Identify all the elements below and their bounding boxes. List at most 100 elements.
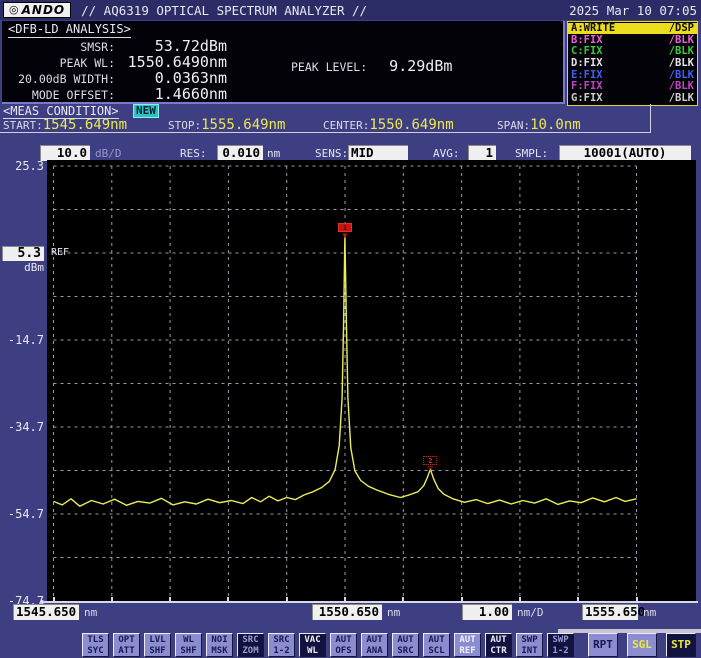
meas-divider xyxy=(0,132,651,133)
new-badge: NEW xyxy=(133,104,159,118)
analysis-row-label: 20.00dB WIDTH: xyxy=(4,72,115,86)
softkey-line2: CTR xyxy=(486,646,511,657)
ando-logo-mark-icon: ◎ xyxy=(9,2,20,18)
ref-marker-label: REF xyxy=(51,247,69,258)
softkey-line1: WL xyxy=(176,635,201,646)
x-axis-tick xyxy=(461,597,463,601)
analysis-row-label: MODE OFFSET: xyxy=(4,88,115,102)
trace-name: G:FIX xyxy=(571,93,603,104)
meas-field-label: STOP: xyxy=(168,119,201,132)
trace-a-line xyxy=(47,160,696,601)
x-axis-value-field[interactable]: 1.00 xyxy=(462,604,512,620)
spectrum-chart: 25.3-14.7-34.7-54.7-74.7 5.3 dBm REF 1▼2… xyxy=(0,160,701,602)
trace-name: F:FIX xyxy=(571,81,603,92)
trace-display-mode: /BLK xyxy=(669,35,694,46)
x-axis-tick xyxy=(227,597,229,601)
y-tick-label: -34.7 xyxy=(0,420,44,434)
datetime: 2025 Mar 10 07:05 xyxy=(569,3,697,18)
trace-row-c[interactable]: C:FIX/BLK xyxy=(568,46,697,57)
x-axis: 1545.650nm1550.650nm1.00nm/D1555.650nm xyxy=(0,597,701,631)
softkey-line1: AUT xyxy=(393,635,418,646)
softkey-aut-src[interactable]: AUTSRC xyxy=(392,633,419,657)
softkey-aut-ctr[interactable]: AUTCTR xyxy=(485,633,512,657)
trace-display-mode: /BLK xyxy=(669,46,694,57)
db-per-div-unit: dB/D xyxy=(95,147,122,160)
softkey-src-1-2[interactable]: SRC1-2 xyxy=(268,633,295,657)
softkey-line1: AUT xyxy=(486,635,511,646)
smpl-field[interactable]: 10001(AUTO) xyxy=(559,145,691,161)
softkey-bar: TLSSYCOPTATTLVLSHFWLSHFNOIMSKSRCZOMSRC1-… xyxy=(0,628,701,658)
softkey-line1: LVL xyxy=(145,635,170,646)
y-tick-label: -54.7 xyxy=(0,507,44,521)
x-axis-value-field[interactable]: 1545.650 xyxy=(13,604,79,620)
marker-down-arrow-icon: ▼ xyxy=(338,232,352,240)
y-tick-label: -14.7 xyxy=(0,333,44,347)
x-axis-unit-label: nm/D xyxy=(517,606,544,619)
softkey-aut-ana[interactable]: AUTANA xyxy=(361,633,388,657)
sens-label: SENS: xyxy=(315,147,348,160)
db-per-div-field[interactable]: 10.0 xyxy=(40,145,90,161)
sweep-keys: RPT SGL STP xyxy=(588,633,696,657)
function-keys: TLSSYCOPTATTLVLSHFWLSHFNOIMSKSRCZOMSRC1-… xyxy=(82,633,574,657)
peak-marker-2[interactable]: 2▽ xyxy=(423,456,437,473)
softkey-line2: INT xyxy=(517,646,542,657)
softkey-noi-msk[interactable]: NOIMSK xyxy=(206,633,233,657)
x-axis-tick xyxy=(402,597,404,601)
softkey-swp-1-2[interactable]: SWP1-2 xyxy=(547,633,574,657)
softkey-line1: AUT xyxy=(455,635,480,646)
softkey-line2: SYC xyxy=(83,646,108,657)
meas-field-stop: STOP:1555.649nm xyxy=(168,117,285,133)
softkey-line1: VAC xyxy=(300,635,325,646)
osa-screen: ◎ANDO // AQ6319 OPTICAL SPECTRUM ANALYZE… xyxy=(0,0,701,658)
ref-level-field[interactable]: 5.3 xyxy=(2,246,44,261)
axis-line xyxy=(42,601,698,603)
softkey-opt-att[interactable]: OPTATT xyxy=(113,633,140,657)
softkey-line1: TLS xyxy=(83,635,108,646)
trace-row-e[interactable]: E:FIX/BLK xyxy=(568,70,697,81)
sweep-key-stp[interactable]: STP xyxy=(666,633,696,657)
trace-row-b[interactable]: B:FIX/BLK xyxy=(568,35,697,46)
softkey-vac-wl[interactable]: VACWL xyxy=(299,633,326,657)
softkey-wl-shf[interactable]: WLSHF xyxy=(175,633,202,657)
trace-display-mode: /BLK xyxy=(669,93,694,104)
sweep-key-rpt[interactable]: RPT xyxy=(588,633,618,657)
trace-status-panel: A:WRITE/DSPB:FIX/BLKC:FIX/BLKD:FIX/BLKE:… xyxy=(567,21,698,106)
avg-label: AVG: xyxy=(433,147,460,160)
meas-condition-section: <MEAS CONDITION> NEW START:1545.649nmSTO… xyxy=(0,104,701,134)
analysis-title: <DFB-LD ANALYSIS> xyxy=(8,22,131,38)
softkey-tls-syc[interactable]: TLSSYC xyxy=(82,633,109,657)
softkey-src-zom[interactable]: SRCZOM xyxy=(237,633,264,657)
sens-field[interactable]: MID xyxy=(348,145,408,161)
smpl-label: SMPL: xyxy=(515,147,548,160)
softkey-aut-scl[interactable]: AUTSCL xyxy=(423,633,450,657)
avg-field[interactable]: 1 xyxy=(468,145,496,161)
meas-field-value[interactable]: 10.0nm xyxy=(530,117,581,133)
softkey-line2: ATT xyxy=(114,646,139,657)
softkey-lvl-shf[interactable]: LVLSHF xyxy=(144,633,171,657)
softkey-swp-int[interactable]: SWPINT xyxy=(516,633,543,657)
analysis-row-value: 1.4660nm xyxy=(115,85,227,103)
trace-row-d[interactable]: D:FIX/BLK xyxy=(568,58,697,69)
softkey-line2: SCL xyxy=(424,646,449,657)
meas-field-value[interactable]: 1550.649nm xyxy=(369,117,453,133)
dfb-ld-analysis-panel: <DFB-LD ANALYSIS> SMSR:53.72dBmPEAK WL:1… xyxy=(2,21,565,104)
meas-field-center: CENTER:1550.649nm xyxy=(323,117,454,133)
window-title: // AQ6319 OPTICAL SPECTRUM ANALYZER // xyxy=(81,3,367,18)
meas-field-value[interactable]: 1545.649nm xyxy=(43,117,127,133)
scale-settings-row: 10.0 dB/D RES: 0.010 nm SENS: MID AVG: 1… xyxy=(0,134,701,160)
softkey-aut-ref[interactable]: AUTREF xyxy=(454,633,481,657)
sweep-key-sgl[interactable]: SGL xyxy=(627,633,657,657)
softkey-aut-ofs[interactable]: AUTOFS xyxy=(330,633,357,657)
meas-field-value[interactable]: 1555.649nm xyxy=(201,117,285,133)
trace-row-g[interactable]: G:FIX/BLK xyxy=(568,93,697,104)
x-axis-tick xyxy=(111,597,113,601)
peak-level-label: PEAK LEVEL: xyxy=(291,60,367,74)
softkey-line2: OFS xyxy=(331,646,356,657)
res-field[interactable]: 0.010 xyxy=(217,145,263,161)
x-axis-value-field[interactable]: 1550.650 xyxy=(312,604,382,620)
x-axis-value-field[interactable]: 1555.650 xyxy=(582,604,638,620)
trace-row-a[interactable]: A:WRITE/DSP xyxy=(568,23,697,34)
peak-marker-1[interactable]: 1▼ xyxy=(338,223,352,240)
trace-row-f[interactable]: F:FIX/BLK xyxy=(568,81,697,92)
softkey-line2: WL xyxy=(300,646,325,657)
